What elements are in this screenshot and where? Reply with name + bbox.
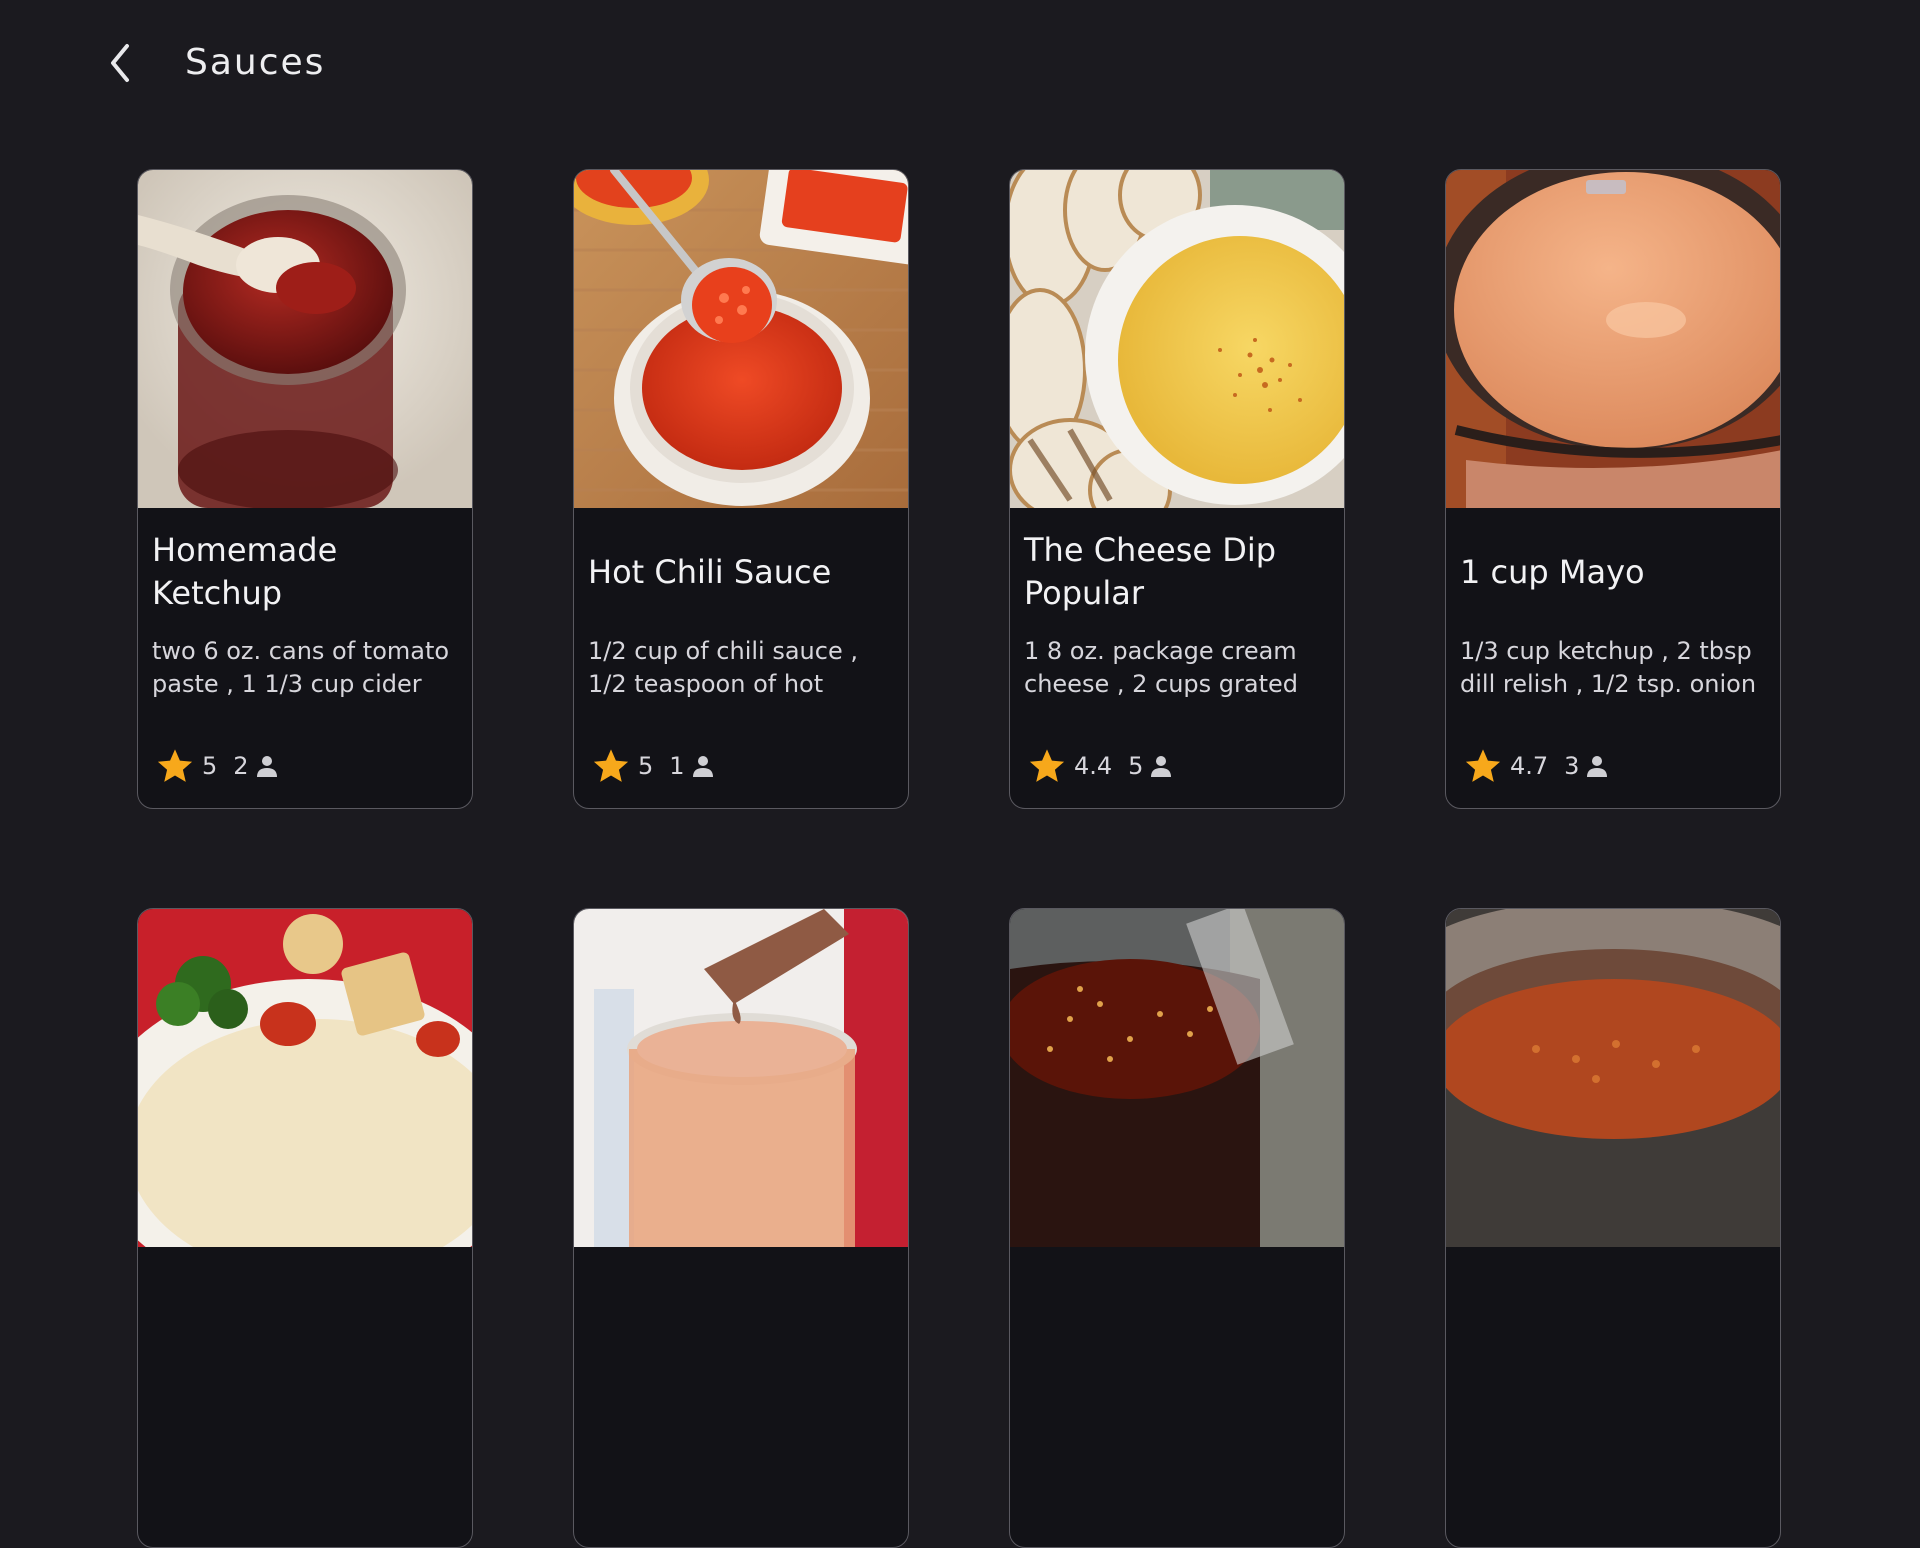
- recipe-card-row2-4[interactable]: [1445, 908, 1781, 1548]
- recipe-card-row2-2[interactable]: [573, 908, 909, 1548]
- recipe-card-homemade-ketchup[interactable]: Homemade Ketchup two 6 oz. cans of tomat…: [137, 169, 473, 809]
- recipe-card-mayo[interactable]: 1 cup Mayo 1/3 cup ketchup , 2 tbsp dill…: [1445, 169, 1781, 809]
- rating-value: 5: [638, 752, 654, 780]
- rating-value: 4.4: [1074, 752, 1113, 780]
- recipe-image: [1446, 909, 1780, 1247]
- star-icon: [1029, 749, 1065, 782]
- review-count: 1: [669, 752, 685, 780]
- recipe-card-row2-1[interactable]: [137, 908, 473, 1548]
- person-icon: [1587, 756, 1608, 777]
- recipe-title: Homemade Ketchup: [152, 531, 338, 612]
- recipe-image: [138, 909, 472, 1247]
- recipe-image: [574, 909, 908, 1247]
- person-icon: [692, 756, 713, 777]
- recipe-card-row2-3[interactable]: [1009, 908, 1345, 1548]
- recipe-title: The Cheese Dip Popular: [1024, 531, 1277, 612]
- recipe-meta: 4.7 3: [1464, 746, 1608, 786]
- recipe-image: [1446, 170, 1780, 508]
- review-count: 3: [1564, 752, 1580, 780]
- recipe-title: 1 cup Mayo: [1460, 552, 1645, 591]
- star-icon: [593, 749, 629, 782]
- recipe-ingredients: 1/3 cup ketchup , 2 tbsp dill relish , 1…: [1460, 637, 1757, 705]
- rating-value: 5: [202, 752, 218, 780]
- recipe-ingredients: 1 8 oz. package cream cheese , 2 cups gr…: [1024, 637, 1298, 705]
- star-icon: [157, 749, 193, 782]
- rating-value: 4.7: [1510, 752, 1549, 780]
- recipe-image: [1010, 909, 1344, 1247]
- recipe-title: Hot Chili Sauce: [588, 552, 832, 591]
- recipe-card-cheese-dip[interactable]: The Cheese Dip Popular 1 8 oz. package c…: [1009, 169, 1345, 809]
- star-icon: [1465, 749, 1501, 782]
- review-count: 5: [1128, 752, 1144, 780]
- recipe-card-hot-chili-sauce[interactable]: Hot Chili Sauce 1/2 cup of chili sauce ,…: [573, 169, 909, 809]
- recipe-image: [1010, 170, 1344, 508]
- recipe-meta: 4.4 5: [1028, 746, 1172, 786]
- recipe-ingredients: 1/2 cup of chili sauce , 1/2 teaspoon of…: [588, 637, 858, 705]
- recipe-meta: 5 2: [156, 746, 277, 786]
- recipe-meta: 5 1: [592, 746, 713, 786]
- recipe-ingredients: two 6 oz. cans of tomato paste , 1 1/3 c…: [152, 637, 450, 705]
- person-icon: [256, 756, 277, 777]
- recipe-image: [138, 170, 472, 508]
- recipe-image: [574, 170, 908, 508]
- person-icon: [1151, 756, 1172, 777]
- recipe-grid: Homemade Ketchup two 6 oz. cans of tomat…: [0, 0, 1920, 1548]
- review-count: 2: [233, 752, 249, 780]
